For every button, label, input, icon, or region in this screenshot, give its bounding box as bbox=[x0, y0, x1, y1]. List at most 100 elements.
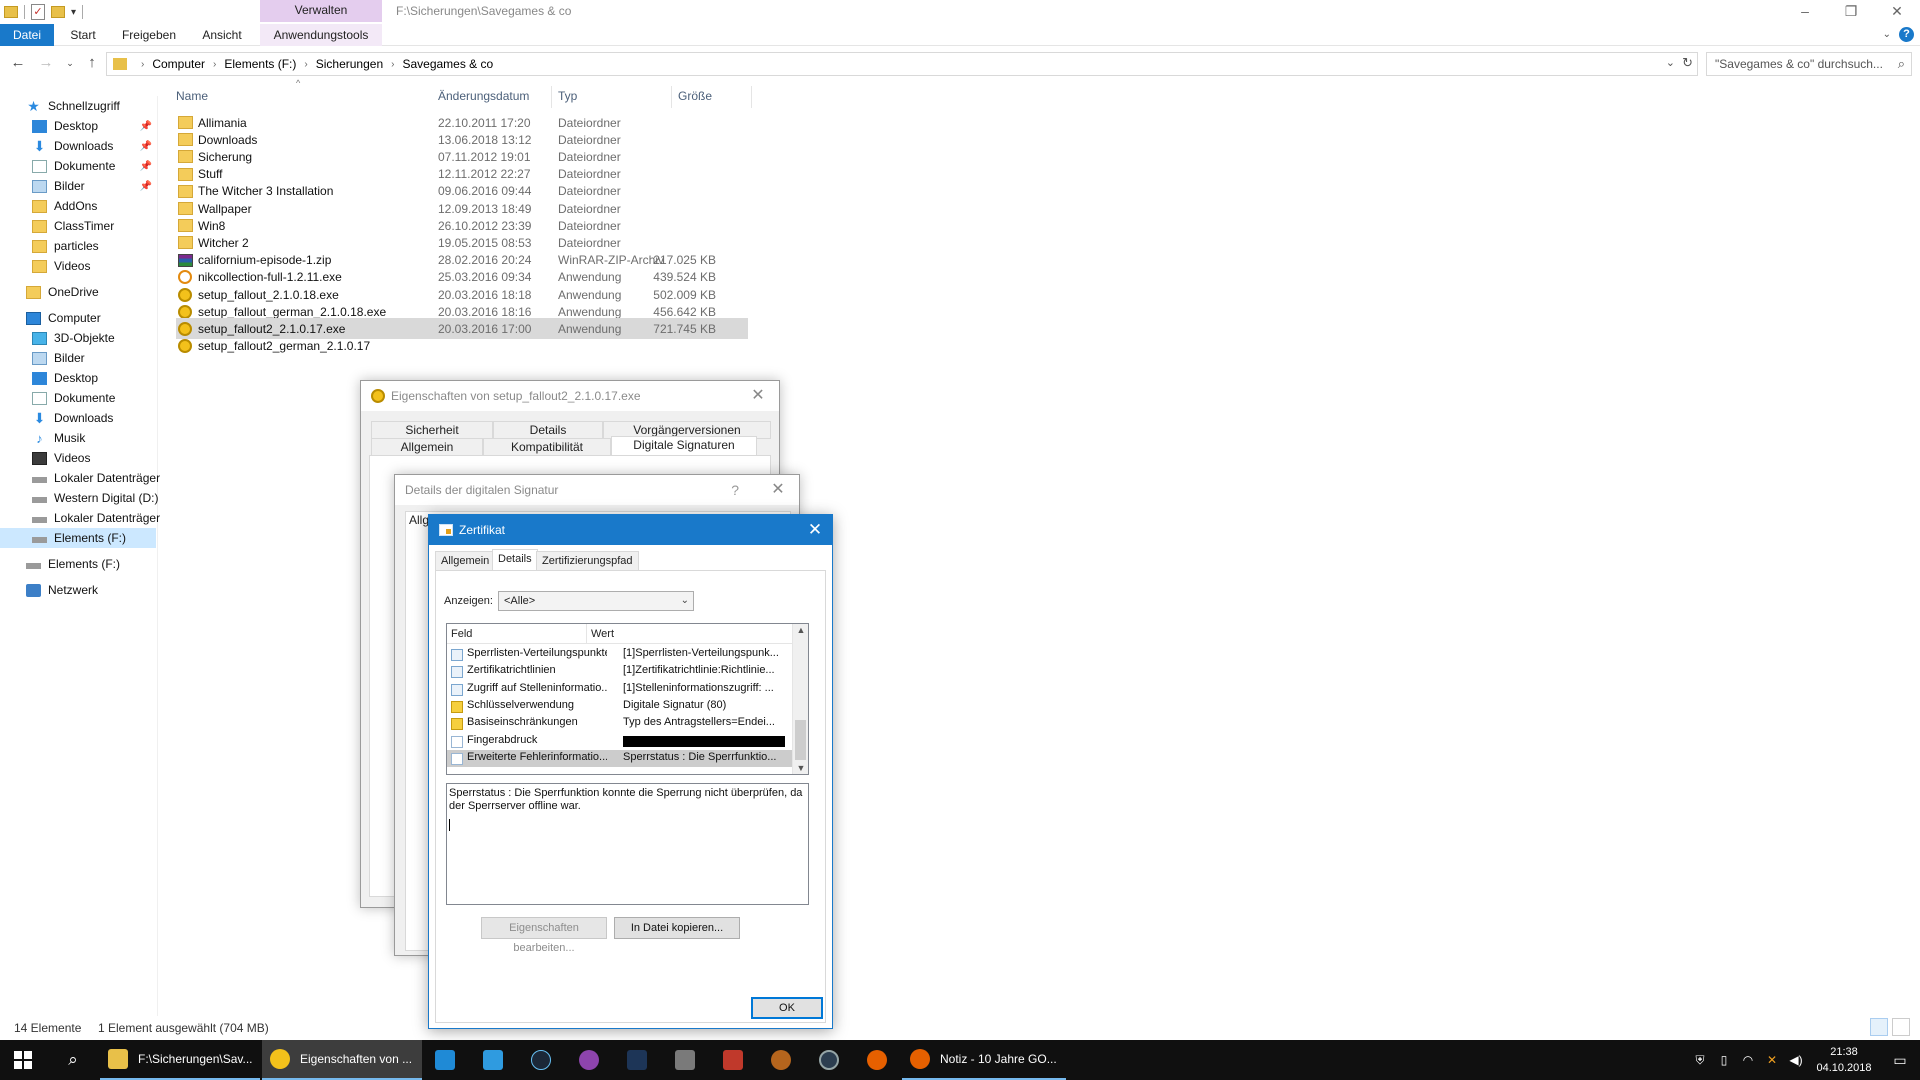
tab-digitale-signaturen[interactable]: Digitale Signaturen bbox=[611, 436, 757, 456]
address-bar[interactable]: › Computer › Elements (F:) › Sicherungen… bbox=[106, 52, 1698, 76]
nav-desktop[interactable]: Desktop 📌 bbox=[32, 116, 156, 136]
tab-allgemein[interactable]: Allgemein bbox=[435, 551, 496, 571]
nav-bilder-pc[interactable]: Bilder bbox=[32, 348, 85, 368]
search-input[interactable]: "Savegames & co" durchsuch... ⌕ bbox=[1706, 52, 1912, 76]
show-select[interactable]: <Alle> ⌄ bbox=[498, 591, 694, 611]
network-tray-icon[interactable]: ◠ bbox=[1736, 1053, 1760, 1067]
restore-button[interactable]: ❐ bbox=[1828, 0, 1874, 24]
nav-addons[interactable]: AddOns bbox=[32, 196, 97, 216]
tab-kompatibilitaet[interactable]: Kompatibilität bbox=[483, 438, 611, 456]
nav-bilder[interactable]: Bilder 📌 bbox=[32, 176, 156, 196]
nav-netzwerk[interactable]: Netzwerk bbox=[26, 580, 98, 600]
nav-3d-objekte[interactable]: 3D-Objekte bbox=[32, 328, 115, 348]
value-detail-textbox[interactable]: Sperrstatus : Die Sperrfunktion konnte d… bbox=[446, 783, 809, 905]
nav-dokumente-pc[interactable]: Dokumente bbox=[32, 388, 115, 408]
details-view-icon[interactable] bbox=[1870, 1018, 1888, 1036]
taskbar-firefox-window[interactable]: Notiz - 10 Jahre GO... bbox=[902, 1040, 1066, 1080]
column-type[interactable]: Typ bbox=[552, 86, 672, 108]
nav-elements-f-selected[interactable]: Elements (F:) bbox=[0, 528, 156, 548]
column-wert[interactable]: Wert bbox=[587, 624, 793, 644]
tab-anwendungstools[interactable]: Anwendungstools bbox=[260, 24, 382, 46]
taskbar-properties[interactable]: Eigenschaften von ... bbox=[262, 1040, 422, 1080]
nav-desktop-pc[interactable]: Desktop bbox=[32, 368, 98, 388]
nav-schnellzugriff[interactable]: ★ Schnellzugriff bbox=[26, 96, 120, 116]
taskbar-app-2[interactable] bbox=[470, 1040, 516, 1080]
close-button[interactable]: ✕ bbox=[798, 515, 832, 545]
close-button[interactable]: ✕ bbox=[763, 475, 793, 505]
taskbar-app-7[interactable] bbox=[710, 1040, 756, 1080]
nav-videos-pc[interactable]: Videos bbox=[32, 448, 90, 468]
nav-classtimer[interactable]: ClassTimer bbox=[32, 216, 114, 236]
scrollbar[interactable]: ▲ ▼ bbox=[792, 624, 808, 774]
close-button[interactable]: ✕ bbox=[743, 381, 773, 411]
field-row[interactable]: Erweiterte Fehlerinformatio... Sperrstatu… bbox=[447, 749, 793, 767]
up-arrow-icon[interactable]: ↑ bbox=[82, 53, 102, 73]
battery-icon[interactable]: ▯ bbox=[1712, 1053, 1736, 1067]
breadcrumb-elements[interactable]: Elements (F:) bbox=[224, 57, 296, 71]
tools-tray-icon[interactable]: ✕ bbox=[1760, 1053, 1784, 1067]
search-icon[interactable]: ⌕ bbox=[1898, 53, 1905, 75]
tab-freigeben[interactable]: Freigeben bbox=[112, 24, 186, 46]
scroll-down-icon[interactable]: ▼ bbox=[793, 763, 808, 773]
field-row[interactable]: Sperrlisten-Verteilungspunkte [1]Sperrlis… bbox=[447, 646, 793, 663]
column-date[interactable]: Änderungsdatum bbox=[432, 86, 552, 108]
search-button[interactable]: ⌕ bbox=[50, 1040, 96, 1080]
field-row[interactable]: Zertifikatrichtlinien [1]Zertifikatrichtl… bbox=[447, 663, 793, 680]
nav-elements-f[interactable]: Elements (F:) bbox=[26, 554, 120, 574]
breadcrumb-computer[interactable]: Computer bbox=[152, 57, 205, 71]
column-name[interactable]: Name bbox=[170, 86, 432, 108]
recent-locations-icon[interactable]: ⌄ bbox=[60, 53, 80, 73]
ok-button[interactable]: OK bbox=[751, 997, 823, 1019]
close-button[interactable]: ✕ bbox=[1874, 0, 1920, 24]
help-button[interactable]: ? bbox=[731, 475, 739, 505]
nav-lokaler-datentraeger-c[interactable]: Lokaler Datenträger bbox=[32, 468, 160, 488]
edit-properties-button[interactable]: Eigenschaften bearbeiten... bbox=[481, 917, 607, 954]
properties-icon[interactable]: ✓ bbox=[31, 4, 45, 20]
new-folder-icon[interactable] bbox=[51, 6, 65, 18]
nav-videos[interactable]: Videos bbox=[32, 256, 90, 276]
nav-dokumente[interactable]: Dokumente 📌 bbox=[32, 156, 156, 176]
taskbar-app-9[interactable] bbox=[806, 1040, 852, 1080]
field-row[interactable]: Schlüsselverwendung Digitale Signatur (80… bbox=[447, 698, 793, 715]
nav-lokaler-datentraeger-e[interactable]: Lokaler Datenträger bbox=[32, 508, 160, 528]
taskbar-app-1[interactable] bbox=[422, 1040, 468, 1080]
field-row[interactable]: Basiseinschränkungen Typ des Antragstelle… bbox=[447, 715, 793, 732]
nav-musik[interactable]: ♪ Musik bbox=[32, 428, 85, 448]
nav-downloads[interactable]: ⬇ Downloads 📌 bbox=[32, 136, 156, 156]
start-button[interactable] bbox=[0, 1040, 46, 1080]
taskbar-app-6[interactable] bbox=[662, 1040, 708, 1080]
taskbar-steam[interactable] bbox=[518, 1040, 564, 1080]
chevron-right-icon[interactable]: › bbox=[391, 59, 394, 70]
nav-computer[interactable]: Computer bbox=[26, 308, 101, 328]
tab-sicherheit[interactable]: Sicherheit bbox=[371, 421, 493, 439]
customize-toolbar-icon[interactable]: ▾ bbox=[71, 7, 76, 18]
tab-details[interactable]: Details bbox=[493, 421, 603, 439]
tab-zertifizierungspfad[interactable]: Zertifizierungspfad bbox=[536, 551, 639, 571]
taskbar-firefox[interactable] bbox=[854, 1040, 900, 1080]
tab-allgemein[interactable]: Allg bbox=[409, 513, 429, 527]
refresh-icon[interactable]: ↻ bbox=[1682, 55, 1693, 71]
nav-downloads-pc[interactable]: ⬇ Downloads bbox=[32, 408, 114, 428]
taskbar-app-8[interactable] bbox=[758, 1040, 804, 1080]
minimize-button[interactable]: – bbox=[1782, 0, 1828, 24]
tab-ansicht[interactable]: Ansicht bbox=[192, 24, 252, 46]
tab-allgemein[interactable]: Allgemein bbox=[371, 438, 483, 456]
column-feld[interactable]: Feld bbox=[447, 624, 587, 644]
breadcrumb-savegames[interactable]: Savegames & co bbox=[402, 57, 493, 71]
chevron-right-icon[interactable]: › bbox=[213, 59, 216, 70]
taskbar-app-4[interactable] bbox=[566, 1040, 612, 1080]
file-row[interactable]: setup_fallout2_german_2.1.0.17 bbox=[176, 336, 748, 357]
clock[interactable]: 21:38 04.10.2018 bbox=[1808, 1044, 1880, 1076]
expand-ribbon-icon[interactable]: ⌄ bbox=[1883, 29, 1891, 40]
tab-start[interactable]: Start bbox=[58, 24, 108, 46]
help-icon[interactable]: ? bbox=[1899, 27, 1914, 42]
shield-tray-icon[interactable]: ⛨ bbox=[1688, 1053, 1712, 1068]
nav-western-digital[interactable]: Western Digital (D:) bbox=[32, 488, 158, 508]
taskbar-explorer[interactable]: F:\Sicherungen\Sav... bbox=[100, 1040, 260, 1080]
column-size[interactable]: Größe bbox=[672, 86, 752, 108]
volume-icon[interactable]: ◀) bbox=[1784, 1053, 1808, 1067]
nav-onedrive[interactable]: OneDrive bbox=[26, 282, 99, 302]
large-icons-view-icon[interactable] bbox=[1892, 1018, 1910, 1036]
field-row[interactable]: Zugriff auf Stelleninformatio... [1]Stell… bbox=[447, 681, 793, 698]
scroll-up-icon[interactable]: ▲ bbox=[793, 625, 808, 635]
